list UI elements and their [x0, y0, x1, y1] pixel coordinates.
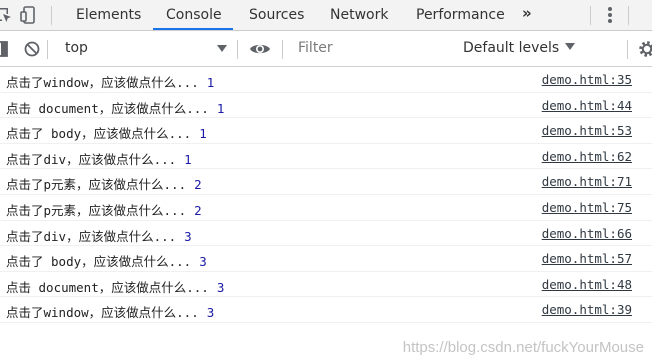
- message-count: 3: [199, 254, 207, 270]
- source-link[interactable]: demo.html:48: [542, 277, 632, 292]
- message-text: 点击了div，应该做点什么... 1: [6, 149, 192, 168]
- tab-console[interactable]: Console: [166, 0, 222, 30]
- log-levels-caret-icon: [565, 43, 576, 50]
- message-body: 点击了 body，应该做点什么...: [6, 254, 192, 270]
- log-levels-dropdown[interactable]: Default levels: [463, 40, 576, 56]
- context-caret-icon: [217, 45, 227, 52]
- source-link[interactable]: demo.html:57: [542, 251, 632, 266]
- show-sidebar-icon[interactable]: [0, 40, 9, 58]
- console-message: 点击 document，应该做点什么... 1 demo.html:44: [0, 93, 652, 119]
- message-text: 点击了 body，应该做点什么... 1: [6, 123, 207, 142]
- more-tabs-icon[interactable]: »: [522, 4, 532, 22]
- live-expression-eye-icon[interactable]: [249, 42, 271, 56]
- console-message: 点击了 body，应该做点什么... 3 demo.html:57: [0, 246, 652, 272]
- message-body: 点击了window，应该做点什么...: [6, 75, 199, 90]
- message-count: 3: [184, 228, 192, 244]
- context-selector-value: top: [65, 40, 88, 56]
- console-message: 点击了 body，应该做点什么... 1 demo.html:53: [0, 118, 652, 144]
- console-message: 点击了window，应该做点什么... 1 demo.html:35: [0, 67, 652, 93]
- source-link[interactable]: demo.html:44: [542, 98, 632, 113]
- message-count: 1: [184, 151, 192, 167]
- tabbar-separator: [590, 6, 591, 25]
- console-messages: 点击了window，应该做点什么... 1 demo.html:35 点击 doc…: [0, 67, 652, 323]
- message-text: 点击了p元素，应该做点什么... 2: [6, 200, 202, 219]
- message-text: 点击了p元素，应该做点什么... 2: [6, 174, 202, 193]
- console-toolbar: top Default levels: [0, 31, 652, 67]
- filter-input[interactable]: [289, 36, 449, 60]
- message-body: 点击了 body，应该做点什么...: [6, 126, 192, 142]
- message-count: 2: [194, 177, 202, 193]
- active-tab-indicator: [153, 28, 233, 30]
- source-link[interactable]: demo.html:66: [542, 226, 632, 241]
- console-message: 点击 document，应该做点什么... 3 demo.html:48: [0, 272, 652, 298]
- message-body: 点击了p元素，应该做点什么...: [6, 202, 187, 218]
- message-body: 点击了window，应该做点什么...: [6, 305, 199, 321]
- message-body: 点击了div，应该做点什么...: [6, 151, 177, 167]
- context-selector[interactable]: top: [56, 37, 234, 61]
- devtools-window: Elements Console Sources Network Perform…: [0, 0, 652, 362]
- message-text: 点击了 body，应该做点什么... 3: [6, 251, 207, 270]
- console-message: 点击了window，应该做点什么... 3 demo.html:39: [0, 297, 652, 323]
- toolbar-separator: [237, 40, 238, 59]
- toolbar-separator: [47, 40, 48, 59]
- log-levels-label: Default levels: [463, 40, 560, 56]
- source-link[interactable]: demo.html:39: [542, 302, 632, 317]
- device-toolbar-icon[interactable]: [20, 6, 38, 24]
- message-count: 1: [206, 75, 215, 90]
- tab-performance[interactable]: Performance: [416, 0, 505, 30]
- settings-gear-icon[interactable]: [638, 40, 652, 58]
- message-text: 点击 document，应该做点什么... 3: [6, 277, 224, 296]
- tab-sources[interactable]: Sources: [249, 0, 304, 30]
- message-text: 点击了window，应该做点什么... 3: [6, 302, 214, 321]
- source-link[interactable]: demo.html:71: [542, 174, 632, 189]
- message-count: 1: [216, 100, 225, 116]
- message-count: 3: [206, 305, 215, 321]
- source-link[interactable]: demo.html:35: [542, 72, 632, 87]
- message-body: 点击 document，应该做点什么...: [6, 279, 209, 295]
- message-body: 点击了p元素，应该做点什么...: [6, 177, 187, 193]
- tab-elements[interactable]: Elements: [76, 0, 141, 30]
- inspect-element-icon[interactable]: [0, 6, 12, 24]
- message-count: 1: [199, 126, 207, 142]
- source-link[interactable]: demo.html:53: [542, 123, 632, 138]
- console-message: 点击了div，应该做点什么... 3 demo.html:66: [0, 221, 652, 247]
- message-text: 点击 document，应该做点什么... 1: [6, 98, 224, 117]
- tabbar-separator: [51, 6, 52, 25]
- tabbar-separator: [628, 6, 629, 25]
- message-count: 3: [216, 279, 225, 295]
- source-link[interactable]: demo.html:62: [542, 149, 632, 164]
- console-message: 点击了p元素，应该做点什么... 2 demo.html:75: [0, 195, 652, 221]
- console-message: 点击了p元素，应该做点什么... 2 demo.html:71: [0, 169, 652, 195]
- message-body: 点击了div，应该做点什么...: [6, 228, 177, 244]
- message-body: 点击 document，应该做点什么...: [6, 100, 209, 116]
- message-text: 点击了window，应该做点什么... 1: [6, 72, 214, 91]
- toolbar-separator: [627, 40, 628, 59]
- kebab-menu-icon[interactable]: [608, 7, 612, 25]
- message-text: 点击了div，应该做点什么... 3: [6, 226, 192, 245]
- console-message: 点击了div，应该做点什么... 1 demo.html:62: [0, 144, 652, 170]
- tab-network[interactable]: Network: [330, 0, 388, 30]
- clear-console-icon[interactable]: [23, 40, 41, 58]
- watermark: https://blog.csdn.net/fuckYourMouse: [402, 339, 644, 356]
- devtools-tabbar: Elements Console Sources Network Perform…: [0, 0, 652, 31]
- message-count: 2: [194, 202, 202, 218]
- toolbar-separator: [282, 40, 283, 59]
- source-link[interactable]: demo.html:75: [542, 200, 632, 215]
